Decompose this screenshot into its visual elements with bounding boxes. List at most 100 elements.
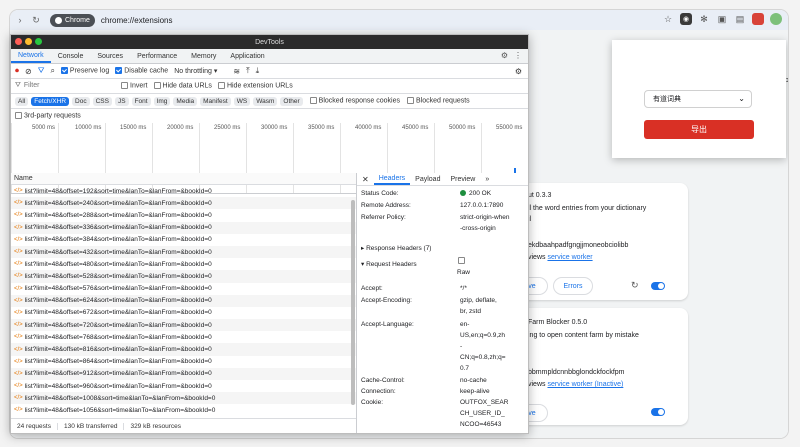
network-settings-icon[interactable]: ⚙ — [515, 67, 522, 76]
filter-manifest[interactable]: Manifest — [200, 96, 231, 106]
table-row[interactable]: </> list?limit=48&offset=720&sort=time&la… — [11, 319, 356, 332]
download-icon[interactable]: ⤓ — [256, 66, 260, 76]
blocked-cookies-checkbox[interactable]: Blocked response cookies — [309, 97, 400, 105]
filter-font[interactable]: Font — [131, 96, 151, 106]
filter-other[interactable]: Other — [280, 96, 303, 106]
table-row[interactable]: </> list?limit=48&offset=576&sort=time&la… — [11, 283, 356, 295]
table-row[interactable]: </> list?limit=48&offset=192&sort=time&la… — [11, 185, 356, 197]
green-extension-icon[interactable] — [770, 13, 782, 25]
tab-performance[interactable]: Performance — [130, 49, 184, 63]
preserve-log-checkbox[interactable]: Preserve log — [60, 67, 109, 75]
xhr-icon: </> — [14, 383, 23, 390]
tab-network[interactable]: Network — [11, 49, 51, 63]
filter-img[interactable]: Img — [153, 96, 171, 106]
forward-icon[interactable]: › — [14, 14, 26, 26]
reload-extension-icon[interactable]: ↻ — [631, 280, 639, 291]
chevron-down-icon: ⌄ — [738, 94, 745, 103]
service-worker-link[interactable]: service worker — [547, 254, 592, 261]
cache-control-value: no-cache — [460, 377, 487, 384]
tab-console[interactable]: Console — [51, 49, 91, 63]
table-row[interactable]: </> list?limit=48&offset=288&sort=time&la… — [11, 209, 356, 221]
upload-icon[interactable]: ⤒ — [246, 66, 250, 76]
third-party-checkbox[interactable]: 3rd-party requests — [15, 112, 81, 120]
close-window-icon[interactable] — [15, 38, 22, 45]
screenshot-icon[interactable]: ▣ — [716, 13, 728, 25]
extension-2-toggle[interactable] — [651, 408, 665, 416]
blocked-requests-checkbox[interactable]: Blocked requests — [406, 97, 470, 105]
filter-input[interactable]: ⛛ Filter — [15, 82, 115, 90]
table-row[interactable]: </> list?limit=48&offset=864&sort=time&la… — [11, 356, 356, 368]
red-extension-icon[interactable] — [752, 13, 764, 25]
status-code-value: 200 OK — [460, 190, 491, 197]
hide-ext-urls-checkbox[interactable]: Hide extension URLs — [217, 82, 293, 90]
profile-chip[interactable]: Chrome — [50, 13, 95, 27]
browser-toolbar: › ↻ Chrome chrome://extensions ☆ ◉ ✻ ▣ ▤ — [10, 10, 788, 30]
wifi-icon[interactable]: ≋ — [233, 67, 240, 76]
devtools-tab-actions: ⚙ ⋮ — [501, 51, 522, 60]
dictionary-select[interactable]: 有道词典 ⌄ — [644, 90, 752, 108]
throttling-select[interactable]: No throttling ▾ — [174, 67, 217, 75]
reload-icon[interactable]: ↻ — [30, 14, 42, 26]
filter-all[interactable]: All — [15, 96, 29, 106]
search-icon[interactable]: ⌕ — [50, 66, 54, 76]
filter-js[interactable]: JS — [114, 96, 129, 106]
tab-application[interactable]: Application — [223, 49, 271, 63]
clear-icon[interactable]: ⊘ — [25, 67, 32, 76]
tab-preview[interactable]: Preview — [445, 176, 480, 183]
request-headers-section[interactable]: ▾ Request Headers — [361, 260, 417, 268]
settings-icon[interactable]: ⚙ — [501, 51, 508, 60]
disable-cache-checkbox[interactable]: Disable cache — [115, 67, 168, 75]
more-options-icon[interactable]: ⋮ — [514, 51, 522, 60]
table-row[interactable]: </> list?limit=48&offset=480&sort=time&la… — [11, 258, 356, 270]
tab-sources[interactable]: Sources — [90, 49, 130, 63]
table-row[interactable]: </> list?limit=48&offset=384&sort=time&la… — [11, 234, 356, 246]
name-column-header[interactable]: Name — [11, 173, 356, 185]
filter-doc[interactable]: Doc — [72, 96, 90, 106]
tab-headers[interactable]: Headers — [373, 173, 411, 185]
filter-wasm[interactable]: Wasm — [253, 96, 278, 106]
table-row[interactable]: </> list?limit=48&offset=1056&sort=time&l… — [11, 404, 356, 415]
table-row[interactable]: </> list?limit=48&offset=624&sort=time&la… — [11, 294, 356, 307]
table-row[interactable]: </> list?limit=48&offset=240&sort=time&la… — [11, 197, 356, 210]
maximize-window-icon[interactable] — [35, 38, 42, 45]
star-icon[interactable]: ☆ — [662, 13, 674, 25]
filter-fetch-xhr[interactable]: Fetch/XHR — [31, 96, 70, 106]
errors-button[interactable]: Errors — [553, 277, 593, 295]
request-list-scrollbar[interactable] — [351, 200, 355, 405]
extension-avatar-icon[interactable]: ◉ — [680, 13, 692, 25]
filter-icon[interactable]: ⛛ — [38, 66, 45, 76]
table-row[interactable]: </> list?limit=48&offset=432&sort=time&la… — [11, 245, 356, 259]
gear-icon[interactable]: ✻ — [698, 13, 710, 25]
export-button[interactable]: 导出 — [644, 120, 754, 139]
service-worker-inactive-link[interactable]: service worker (Inactive) — [547, 381, 623, 388]
xhr-icon: </> — [14, 334, 23, 341]
table-row[interactable]: </> list?limit=48&offset=912&sort=time&la… — [11, 367, 356, 380]
record-icon[interactable]: ⏺ — [15, 66, 19, 76]
raw-checkbox[interactable] — [458, 257, 467, 264]
request-list: </> list?limit=48&offset=192&sort=time&la… — [11, 185, 356, 415]
accept-language-value-4: CN;q=0.8,zh;q= — [460, 354, 506, 361]
minimize-window-icon[interactable] — [25, 38, 32, 45]
filter-ws[interactable]: WS — [233, 96, 251, 106]
extension-1-toggle[interactable] — [651, 282, 665, 290]
hide-ext-urls-label: Hide extension URLs — [226, 82, 293, 90]
filter-media[interactable]: Media — [173, 96, 198, 106]
more-tabs-icon[interactable]: » — [480, 176, 494, 183]
table-row[interactable]: </> list?limit=48&offset=672&sort=time&la… — [11, 307, 356, 319]
tab-payload[interactable]: Payload — [410, 176, 445, 183]
table-row[interactable]: </> list?limit=48&offset=1008&sort=time&l… — [11, 392, 356, 405]
hide-data-urls-checkbox[interactable]: Hide data URLs — [153, 82, 212, 90]
tab-memory[interactable]: Memory — [184, 49, 223, 63]
address-bar[interactable]: chrome://extensions — [101, 16, 173, 25]
table-row[interactable]: </> list?limit=48&offset=336&sort=time&la… — [11, 221, 356, 234]
table-row[interactable]: </> list?limit=48&offset=528&sort=time&la… — [11, 270, 356, 283]
table-row[interactable]: </> list?limit=48&offset=960&sort=time&la… — [11, 380, 356, 392]
response-headers-section[interactable]: ▸ Response Headers (7) — [361, 244, 431, 252]
close-details-icon[interactable]: ✕ — [357, 175, 374, 184]
xhr-icon: </> — [14, 370, 23, 377]
extension-icon[interactable]: ▤ — [734, 13, 746, 25]
filter-css[interactable]: CSS — [92, 96, 112, 106]
table-row[interactable]: </> list?limit=48&offset=816&sort=time&la… — [11, 343, 356, 356]
table-row[interactable]: </> list?limit=48&offset=768&sort=time&la… — [11, 331, 356, 343]
invert-checkbox[interactable]: Invert — [121, 82, 148, 90]
